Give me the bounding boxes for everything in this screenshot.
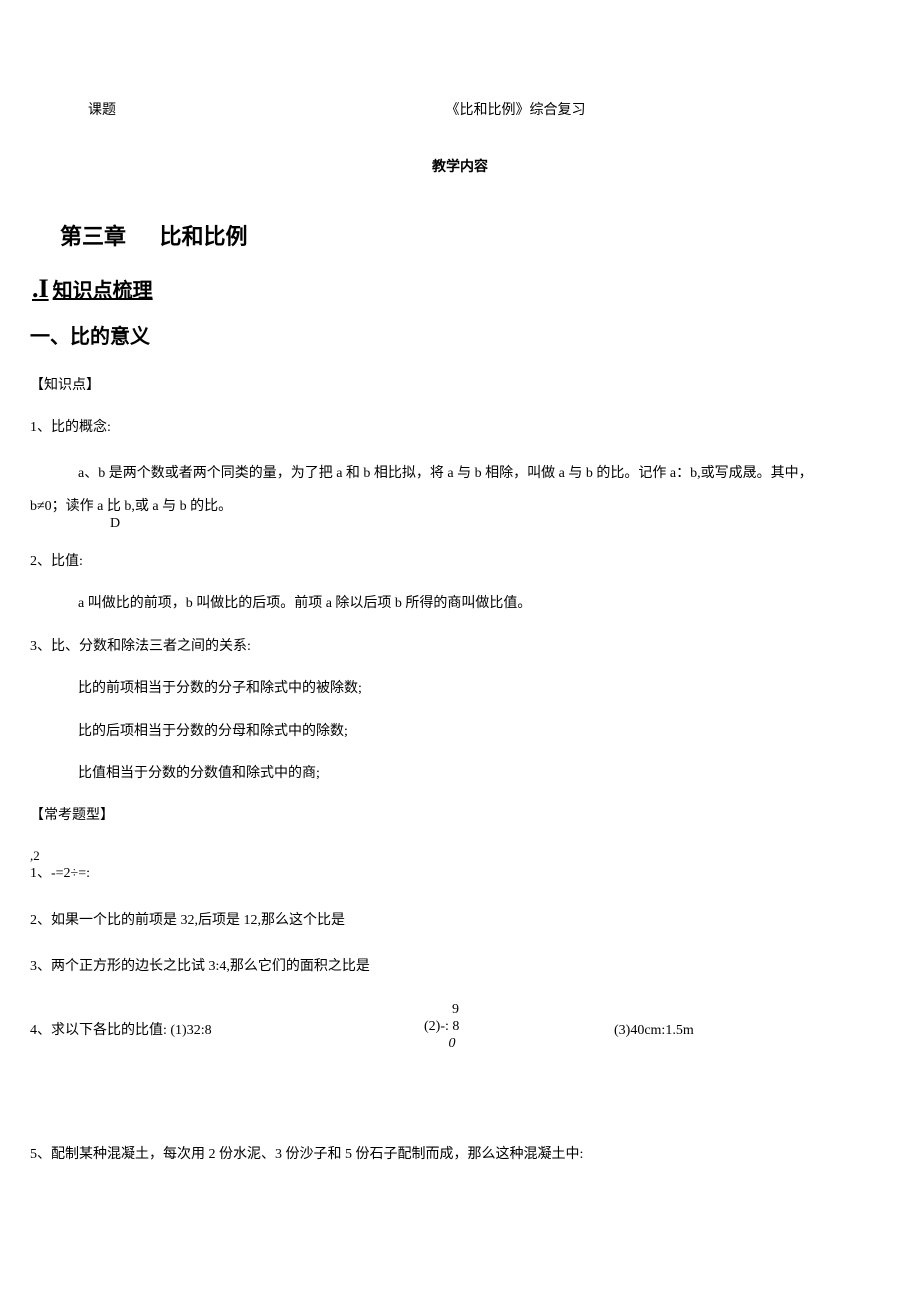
question-4: 4、求以下各比的比值: (1)32:8 9 (2)-: 8 0 (3)40cm:… [30, 1002, 890, 1054]
q4-part3: (3)40cm:1.5m [614, 1020, 694, 1042]
k3-num: 3、比、分数和除法三者之间的关系: [30, 636, 890, 658]
question-5: 5、配制某种混凝土，每次用 2 份水泥、3 份沙子和 5 份石子配制而成，那么这… [30, 1144, 890, 1166]
k3-line1: 比的前项相当于分数的分子和除式中的被除数; [78, 678, 890, 700]
outline-text: 知识点梳理 [53, 275, 153, 307]
k1-line1: a、b 是两个数或者两个同类的量，为了把 a 和 b 相比拟，将 a 与 b 相… [78, 466, 813, 481]
k1-num: 1、比的概念: [30, 417, 890, 439]
question-2: 2、如果一个比的前项是 32,后项是 12,那么这个比是 [30, 910, 890, 932]
k1-body: a、b 是两个数或者两个同类的量，为了把 a 和 b 相比拟，将 a 与 b 相… [78, 459, 890, 490]
teaching-content-heading: 教学内容 [30, 157, 890, 179]
k2-num: 2、比值: [30, 551, 890, 573]
chapter-title: 第三章 比和比例 [60, 219, 890, 254]
q4-part2: 9 (2)-: 8 0 [424, 1002, 459, 1052]
topic-title: 《比和比例》综合复习 [446, 100, 586, 121]
chapter-number: 第三章 [60, 224, 126, 249]
chapter-name: 比和比例 [160, 224, 248, 249]
q1-main: 1、-=2÷=: [30, 863, 890, 885]
section-1-title: 一、比的意义 [30, 321, 890, 353]
q4-mid-main: (2)-: 8 [424, 1019, 459, 1036]
outline-marker: .I [32, 276, 49, 302]
question-1: ,2 1、-=2÷=: [30, 848, 890, 886]
question-3: 3、两个正方形的边长之比试 3:4,那么它们的面积之比是 [30, 956, 890, 978]
exam-type-label: 【常考题型】 [30, 805, 890, 827]
q4-mid-top: 9 [424, 1002, 459, 1019]
k3-line3: 比值相当于分数的分数值和除式中的商; [78, 763, 890, 785]
q4-mid-bot: 0 [424, 1036, 459, 1053]
knowledge-point-label: 【知识点】 [30, 375, 890, 397]
header-row: 课题 《比和比例》综合复习 [30, 100, 890, 121]
q4-part1: 4、求以下各比的比值: (1)32:8 [30, 1020, 212, 1042]
q1-top: ,2 [30, 848, 890, 864]
k3-line2: 比的后项相当于分数的分母和除式中的除数; [78, 721, 890, 743]
k2-body: a 叫做比的前项，b 叫做比的后项。前项 a 除以后项 b 所得的商叫做比值。 [78, 593, 890, 615]
topic-label: 课题 [88, 100, 116, 121]
knowledge-outline-heading: .I 知识点梳理 [30, 275, 890, 307]
